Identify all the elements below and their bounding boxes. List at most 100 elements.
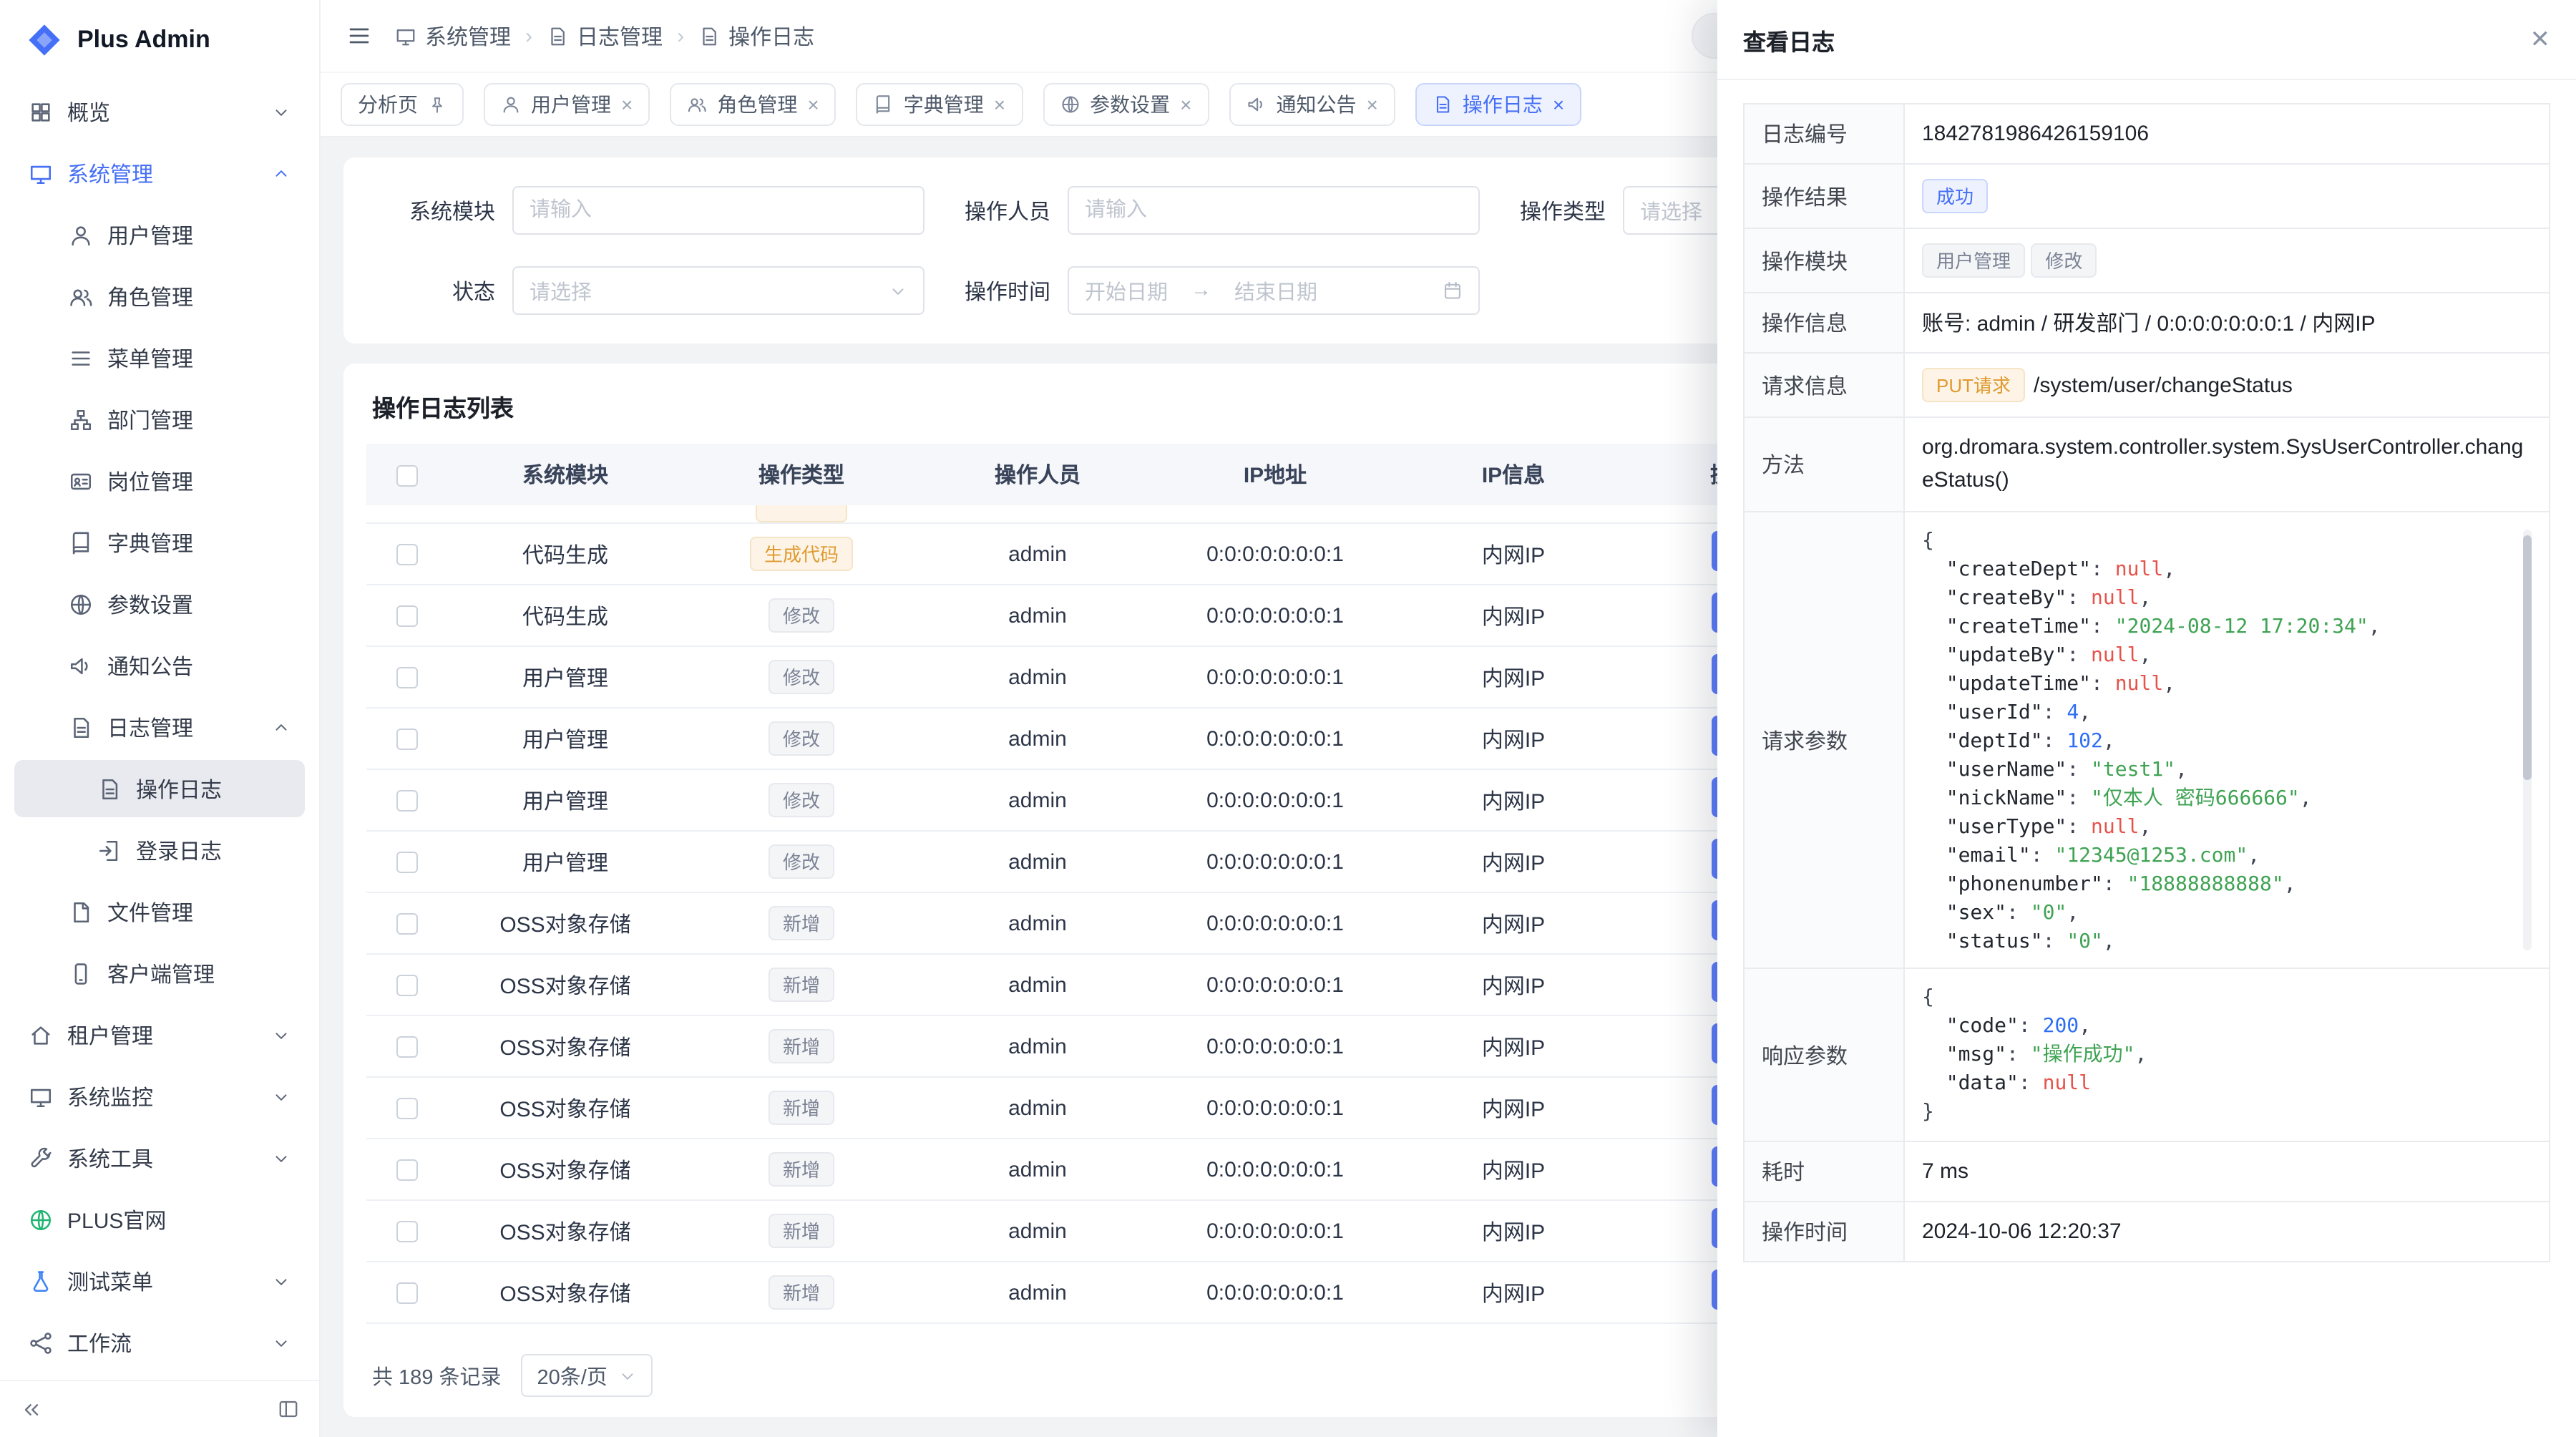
tab-字典管理[interactable]: 字典管理× <box>857 83 1023 126</box>
系统模块-input[interactable] <box>512 186 924 235</box>
sidebar-item-系统管理[interactable]: 系统管理 <box>14 145 305 202</box>
row-checkbox[interactable] <box>396 790 418 812</box>
sidebar-item-系统监控[interactable]: 系统监控 <box>14 1068 305 1125</box>
detail-label: 耗时 <box>1744 1141 1904 1202</box>
people-icon <box>687 94 707 115</box>
cell-module: 用户管理 <box>448 646 683 708</box>
column-header: 操作类型 <box>683 444 920 505</box>
tab-close-icon[interactable]: × <box>621 94 633 115</box>
tab-close-icon[interactable]: × <box>1180 94 1191 115</box>
cell-ip: 0:0:0:0:0:0:0:1 <box>1155 1262 1395 1323</box>
sidebar-item-部门管理[interactable]: 部门管理 <box>14 391 305 448</box>
row-checkbox[interactable] <box>396 913 418 935</box>
row-checkbox[interactable] <box>396 605 418 627</box>
filter-label: 操作人员 <box>924 195 1050 225</box>
操作时间-daterange[interactable]: 开始日期→结束日期 <box>1068 266 1480 315</box>
chevron-down-icon <box>272 1149 291 1167</box>
tab-通知公告[interactable]: 通知公告× <box>1229 83 1395 126</box>
hamburger-menu-icon[interactable] <box>346 23 372 49</box>
sidebar-item-label: 操作日志 <box>136 774 222 804</box>
json-code: { "code": 200, "msg": "操作成功", "data": nu… <box>1922 983 2517 1126</box>
row-checkbox[interactable] <box>396 667 418 688</box>
breadcrumb-item[interactable]: 操作日志 <box>698 21 814 51</box>
tab-分析页[interactable]: 分析页 <box>341 83 464 126</box>
scrollbar-track <box>2523 530 2532 950</box>
flow-icon <box>29 1330 53 1355</box>
app-logo-icon <box>26 21 63 59</box>
scrollbar-thumb[interactable] <box>2523 535 2532 779</box>
speaker-icon <box>1246 94 1267 115</box>
panel-pin-icon[interactable] <box>278 1398 299 1420</box>
row-checkbox[interactable] <box>396 852 418 873</box>
tab-close-icon[interactable]: × <box>807 94 819 115</box>
detail-row: 响应参数{ "code": 200, "msg": "操作成功", "data"… <box>1744 968 2550 1141</box>
sidebar-item-系统工具[interactable]: 系统工具 <box>14 1129 305 1187</box>
cell-operator: admin <box>920 831 1155 892</box>
sidebar-item-字典管理[interactable]: 字典管理 <box>14 514 305 571</box>
tab-参数设置[interactable]: 参数设置× <box>1043 83 1209 126</box>
sidebar-item-登录日志[interactable]: 登录日志 <box>14 822 305 879</box>
people-icon <box>69 284 93 308</box>
file-icon <box>69 900 93 924</box>
chevron-down-icon <box>272 1026 291 1044</box>
cell-module: 用户管理 <box>448 769 683 831</box>
select-all-checkbox[interactable] <box>396 464 418 486</box>
tab-用户管理[interactable]: 用户管理× <box>484 83 650 126</box>
row-checkbox[interactable] <box>396 729 418 750</box>
tab-操作日志[interactable]: 操作日志× <box>1415 83 1581 126</box>
close-icon[interactable]: ✕ <box>2530 25 2551 54</box>
sidebar-item-菜单管理[interactable]: 菜单管理 <box>14 329 305 386</box>
sidebar-item-岗位管理[interactable]: 岗位管理 <box>14 452 305 510</box>
row-checkbox[interactable] <box>396 1221 418 1242</box>
tab-close-icon[interactable]: × <box>1553 94 1564 115</box>
detail-row: 操作模块用户管理 修改 <box>1744 228 2550 293</box>
row-checkbox[interactable] <box>396 544 418 565</box>
sidebar-item-通知公告[interactable]: 通知公告 <box>14 637 305 694</box>
doc-icon <box>698 25 720 47</box>
row-checkbox[interactable] <box>396 975 418 996</box>
cell-module: 代码生成 <box>448 523 683 585</box>
detail-label: 操作结果 <box>1744 164 1904 228</box>
sidebar-item-文件管理[interactable]: 文件管理 <box>14 883 305 940</box>
column-header: IP信息 <box>1395 444 1631 505</box>
row-checkbox[interactable] <box>396 1036 418 1058</box>
sidebar-item-label: 参数设置 <box>107 589 193 619</box>
sidebar-item-操作日志[interactable]: 操作日志 <box>14 760 305 817</box>
row-checkbox[interactable] <box>396 1098 418 1119</box>
row-checkbox[interactable] <box>396 1282 418 1304</box>
sidebar-item-PLUS官网[interactable]: PLUS官网 <box>14 1191 305 1248</box>
sidebar-item-客户端管理[interactable]: 客户端管理 <box>14 945 305 1002</box>
filter-field: 系统模块 <box>369 186 924 235</box>
row-checkbox[interactable] <box>396 1159 418 1181</box>
sidebar-item-角色管理[interactable]: 角色管理 <box>14 268 305 325</box>
cell-ip-location: 内网IP <box>1395 954 1631 1015</box>
calendar-icon <box>1443 281 1463 301</box>
page-size-select[interactable]: 20条/页 <box>522 1354 653 1397</box>
globe-icon <box>69 592 93 616</box>
collapse-sidebar-icon[interactable] <box>20 1398 43 1421</box>
tab-角色管理[interactable]: 角色管理× <box>670 83 836 126</box>
sidebar-item-概览[interactable]: 概览 <box>14 83 305 140</box>
sidebar-item-租户管理[interactable]: 租户管理 <box>14 1006 305 1063</box>
detail-row: 操作时间2024-10-06 12:20:37 <box>1744 1202 2550 1262</box>
action-type-badge: 新增 <box>769 968 834 1002</box>
tab-close-icon[interactable]: × <box>1367 94 1378 115</box>
tab-close-icon[interactable]: × <box>994 94 1005 115</box>
cell-module: OSS对象存储 <box>448 1262 683 1323</box>
breadcrumb-item[interactable]: 日志管理 <box>547 21 663 51</box>
sidebar-item-参数设置[interactable]: 参数设置 <box>14 575 305 633</box>
cell-ip: 0:0:0:0:0:0:0:1 <box>1155 1200 1395 1262</box>
sidebar-item-工作流[interactable]: 工作流 <box>14 1314 305 1371</box>
detail-value: 账号: admin / 研发部门 / 0:0:0:0:0:0:0:1 / 内网I… <box>1922 312 2376 336</box>
breadcrumb-item[interactable]: 系统管理 <box>395 21 511 51</box>
sidebar-item-日志管理[interactable]: 日志管理 <box>14 698 305 756</box>
cell-ip-location: 内网IP <box>1395 1200 1631 1262</box>
sidebar-item-测试菜单[interactable]: 测试菜单 <box>14 1252 305 1310</box>
filter-label: 系统模块 <box>369 195 495 225</box>
sidebar-item-用户管理[interactable]: 用户管理 <box>14 206 305 263</box>
pin-icon[interactable] <box>428 95 447 114</box>
操作人员-input[interactable] <box>1068 186 1480 235</box>
状态-select[interactable]: 请选择 <box>512 266 924 315</box>
filter-label: 操作类型 <box>1480 195 1606 225</box>
home-icon <box>29 1023 53 1047</box>
